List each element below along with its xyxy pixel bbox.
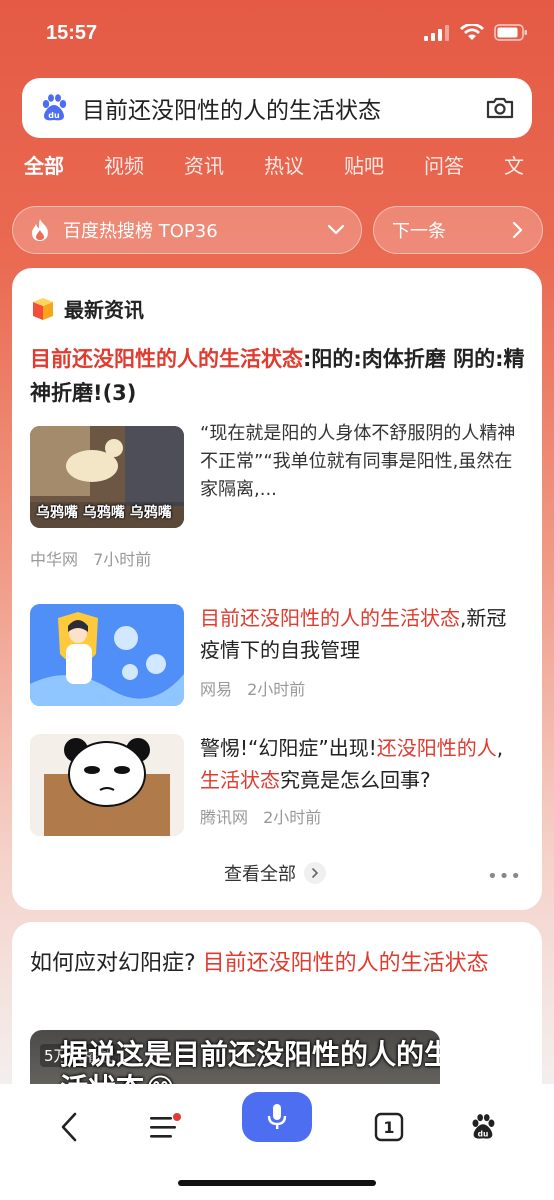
hot-search-label: 百度热搜榜 TOP36 — [63, 221, 218, 242]
flame-icon — [32, 219, 48, 241]
battery-icon — [494, 24, 527, 41]
status-icons — [424, 24, 528, 41]
tab-tieba[interactable]: 贴吧 — [344, 150, 384, 179]
news-thumbnail-3[interactable] — [30, 734, 184, 836]
signal-icon — [424, 24, 449, 41]
news-source: 网易 — [200, 680, 233, 699]
result-tabs: 全部 视频 资讯 热议 贴吧 问答 文 — [24, 150, 554, 179]
news-headline[interactable]: 目前还没阳性的人的生活状态:阳的:肉体折磨 阴的:精神折磨!(3) — [30, 342, 530, 410]
next-item-button[interactable]: 下一条 — [373, 206, 543, 254]
svg-text:du: du — [48, 111, 60, 120]
baidu-paw-icon: du — [42, 94, 67, 121]
wifi-icon — [460, 24, 484, 40]
tab-qa[interactable]: 问答 — [424, 150, 464, 179]
section-title: 最新资讯 — [64, 298, 144, 322]
thumbnail-image — [30, 734, 184, 836]
menu-icon — [150, 1113, 181, 1138]
tab-video[interactable]: 视频 — [104, 150, 144, 179]
news-meta-2: 网易 2小时前 — [200, 676, 305, 700]
news-title-3[interactable]: 警惕!“幻阳症”出现!还没阳性的人, 生活状态究竟是怎么回事? — [200, 732, 522, 796]
news-time: 7小时前 — [93, 550, 152, 569]
baidu-home-button[interactable]: du — [458, 1102, 508, 1152]
menu-button[interactable] — [140, 1102, 190, 1152]
chevron-right-icon — [512, 221, 523, 239]
thumbnail-caption: 乌鸦嘴 乌鸦嘴 乌鸦嘴 — [36, 505, 172, 521]
news-meta-1: 中华网 7小时前 — [30, 546, 151, 570]
chevron-down-icon — [327, 224, 345, 235]
view-all-label: 查看全部 — [224, 864, 296, 885]
home-indicator — [178, 1180, 376, 1186]
tab-count: 1 — [383, 1117, 395, 1137]
title-highlight-2: 生活状态 — [200, 768, 280, 792]
camera-icon[interactable] — [484, 92, 516, 124]
title-part-c: 究竟是怎么回事? — [280, 768, 431, 792]
news-thumbnail-1[interactable]: 乌鸦嘴 乌鸦嘴 乌鸦嘴 — [30, 426, 184, 528]
news-card: 最新资讯 目前还没阳性的人的生活状态:阳的:肉体折磨 阴的:精神折磨!(3) 乌… — [12, 268, 542, 910]
status-time: 15:57 — [46, 22, 98, 44]
microphone-icon — [267, 1104, 287, 1129]
news-icon — [33, 297, 53, 320]
qa-title[interactable]: 如何应对幻阳症? 目前还没阳性的人的生活状态 — [30, 946, 520, 982]
news-meta-3: 腾讯网 2小时前 — [200, 804, 321, 828]
tab-discussion[interactable]: 热议 — [264, 150, 304, 179]
view-all-button[interactable]: 查看全部 — [224, 860, 326, 886]
news-time: 2小时前 — [247, 680, 306, 699]
title-part-b: , — [496, 736, 504, 760]
back-arrow-icon — [61, 1112, 77, 1142]
thumbnail-image — [30, 604, 184, 706]
title-part-a: 警惕!“幻阳症”出现! — [200, 736, 377, 760]
next-item-label: 下一条 — [392, 221, 446, 242]
chevron-right-icon — [304, 862, 326, 884]
search-input[interactable]: 目前还没阳性的人的生活状态 — [82, 91, 484, 125]
news-source: 腾讯网 — [200, 808, 249, 827]
search-bar[interactable]: du 目前还没阳性的人的生活状态 — [22, 78, 532, 138]
title-highlight-1: 还没阳性的人 — [376, 736, 497, 760]
headline-highlight: 目前还没阳性的人的生活状态 — [30, 347, 303, 371]
svg-text:du: du — [478, 1129, 489, 1138]
back-button[interactable] — [44, 1102, 94, 1152]
more-options-icon[interactable]: ••• — [487, 866, 522, 887]
voice-search-button[interactable] — [242, 1092, 312, 1142]
tab-all[interactable]: 全部 — [24, 150, 64, 179]
news-time: 2小时前 — [263, 808, 322, 827]
hot-search-pill[interactable]: 百度热搜榜 TOP36 — [12, 206, 362, 254]
news-snippet-1[interactable]: “现在就是阳的人身体不舒服阴的人精神不正常”“我单位就有同事是阳性,虽然在家隔离… — [200, 420, 522, 504]
news-source: 中华网 — [30, 550, 79, 569]
qa-title-highlight: 目前还没阳性的人的生活状态 — [202, 951, 489, 976]
section-header: 最新资讯 — [30, 294, 144, 323]
tabs-button[interactable]: 1 — [364, 1102, 414, 1152]
tab-news[interactable]: 资讯 — [184, 150, 224, 179]
tab-text[interactable]: 文 — [504, 150, 524, 179]
qa-title-prefix: 如何应对幻阳症? — [30, 951, 203, 976]
baidu-paw-icon: du — [472, 1114, 495, 1139]
news-title-2[interactable]: 目前还没阳性的人的生活状态,新冠疫情下的自我管理 — [200, 602, 522, 666]
news-thumbnail-2[interactable] — [30, 604, 184, 706]
title-highlight: 目前还没阳性的人的生活状态 — [200, 606, 460, 630]
status-bar: 15:57 — [0, 0, 554, 70]
